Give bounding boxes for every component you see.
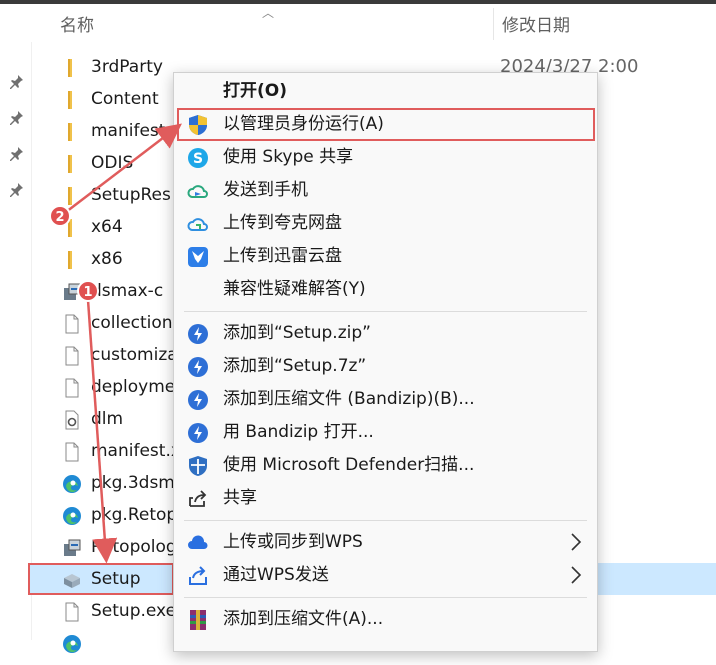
column-header [30, 4, 716, 42]
menu-item[interactable]: S 使用 Skype 共享 [174, 141, 597, 174]
menu-item-label: 上传到夸克网盘 [223, 213, 342, 233]
file-name: dlm [91, 409, 124, 429]
share-icon [187, 488, 209, 510]
file-name: manifest.x [91, 441, 181, 461]
menu-separator [184, 520, 587, 521]
file-name: dsmax-c [91, 281, 164, 301]
menu-item-label: 兼容性疑难解答(Y) [223, 279, 366, 299]
folder-icon [62, 153, 82, 173]
date-column-header[interactable]: 修改日期 [502, 11, 570, 36]
folder-icon [62, 89, 82, 109]
folder-icon [62, 121, 82, 141]
menu-item-label: 用 Bandizip 打开... [223, 422, 374, 442]
pin-icon[interactable] [8, 110, 24, 126]
sort-chevron-up-icon: ︿ [262, 6, 275, 20]
menu-item[interactable]: 添加到“Setup.7z” [174, 350, 597, 383]
pin-icon[interactable] [8, 74, 24, 90]
folder-icon [62, 185, 82, 205]
menu-item-label: 通过WPS发送 [223, 565, 329, 585]
menu-item[interactable]: 用 Bandizip 打开... [174, 416, 597, 449]
step-1-badge: 1 [77, 280, 99, 302]
menu-item[interactable]: 使用 Microsoft Defender扫描... [174, 449, 597, 482]
edge-icon [62, 473, 82, 493]
quark-cloud-icon [187, 213, 209, 235]
cloud-send-icon [187, 180, 209, 202]
file-name: x64 [91, 217, 123, 237]
file-name: deployme [91, 377, 176, 397]
run-as-admin-highlight-box [177, 108, 595, 141]
menu-item-label: 添加到压缩文件 (Bandizip)(B)... [223, 389, 475, 409]
menu-item-label: 使用 Skype 共享 [223, 147, 354, 167]
pin-icon[interactable] [8, 182, 24, 198]
file-name: Retopolog [91, 537, 177, 557]
defender-shield-icon [187, 455, 209, 477]
file-name: ODIS [91, 153, 134, 173]
chevron-right-icon [569, 531, 583, 553]
file-icon [62, 601, 82, 622]
menu-separator [184, 311, 587, 312]
folder-icon [62, 249, 82, 269]
menu-item-label: 添加到压缩文件(A)... [223, 609, 384, 629]
file-name: pkg.3dsm [91, 473, 175, 493]
file-icon [62, 377, 82, 398]
menu-item[interactable]: 共享 [174, 482, 597, 515]
edge-icon [62, 633, 82, 653]
column-divider[interactable] [493, 8, 494, 40]
menu-item-label: 添加到“Setup.7z” [223, 356, 367, 376]
file-name: Content [91, 89, 159, 109]
setup-highlight-box [28, 563, 174, 595]
installer-icon [62, 537, 82, 557]
navigation-pane [0, 4, 32, 640]
wps-cloud-icon [187, 532, 209, 554]
bandizip-icon [187, 389, 209, 411]
menu-item-label: 上传到迅雷云盘 [223, 246, 342, 266]
file-name: collection [91, 313, 173, 333]
menu-item-label: 打开(O) [223, 81, 287, 101]
file-name: manifest [91, 121, 166, 141]
file-name: 3rdParty [91, 57, 163, 77]
menu-item-label: 上传或同步到WPS [223, 532, 363, 552]
name-column-header[interactable]: 名称 [60, 11, 94, 36]
menu-item[interactable]: 添加到“Setup.zip” [174, 317, 597, 350]
menu-item[interactable]: 兼容性疑难解答(Y) [174, 273, 597, 306]
edge-icon [62, 505, 82, 525]
file-icon [62, 345, 82, 366]
menu-item-label: 添加到“Setup.zip” [223, 323, 371, 343]
bandizip-icon [187, 356, 209, 378]
skype-icon: S [187, 147, 209, 169]
menu-item[interactable]: 打开(O) [174, 75, 597, 108]
chevron-right-icon [569, 564, 583, 586]
menu-item[interactable]: 上传到夸克网盘 [174, 207, 597, 240]
step-2-badge: 2 [49, 205, 71, 227]
menu-item-label: 使用 Microsoft Defender扫描... [223, 455, 475, 475]
pin-icon[interactable] [8, 146, 24, 162]
folder-icon [62, 57, 82, 77]
file-name: pkg.Retop [91, 505, 178, 525]
wps-send-icon [187, 565, 209, 587]
file-name: customiza [91, 345, 178, 365]
menu-item[interactable]: 发送到手机 [174, 174, 597, 207]
settings-icon [62, 409, 82, 430]
thunder-bird-icon [187, 246, 209, 268]
file-name: x86 [91, 249, 123, 269]
file-name: Setup.exe [91, 601, 177, 621]
bandizip-icon [187, 422, 209, 444]
file-name: SetupRes [91, 185, 171, 205]
menu-item[interactable]: 上传或同步到WPS [174, 526, 597, 559]
menu-item-label: 共享 [223, 488, 257, 508]
file-icon [62, 441, 82, 462]
menu-item-label: 发送到手机 [223, 180, 308, 200]
menu-item[interactable]: 通过WPS发送 [174, 559, 597, 592]
file-icon [62, 313, 82, 334]
svg-text:S: S [193, 151, 203, 167]
menu-item[interactable]: 添加到压缩文件 (Bandizip)(B)... [174, 383, 597, 416]
menu-item[interactable]: 上传到迅雷云盘 [174, 240, 597, 273]
menu-separator [184, 597, 587, 598]
context-menu: 打开(O) 以管理员身份运行(A) S 使用 Skype 共享 发送到手机 上传到夸克网盘… [173, 72, 598, 652]
menu-item[interactable]: 添加到压缩文件(A)... [174, 603, 597, 636]
winrar-icon [187, 609, 209, 631]
bandizip-icon [187, 323, 209, 345]
